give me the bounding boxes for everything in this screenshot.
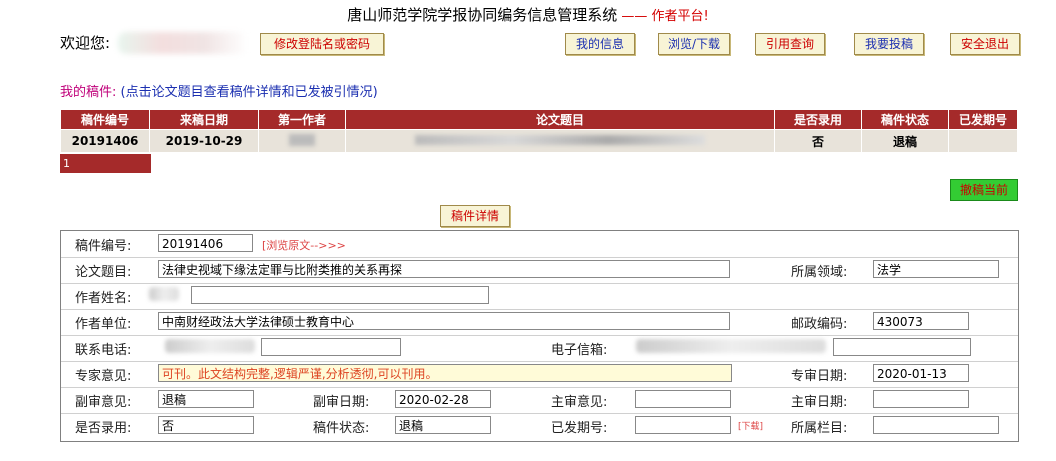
expert-opinion-field[interactable]: 可刊。此文结构完整,逻辑严谨,分析透彻,可以刊用。	[158, 364, 732, 382]
field-field[interactable]: 法学	[873, 260, 999, 278]
withdraw-button[interactable]: 撤稿当前	[950, 179, 1018, 201]
column-field[interactable]	[873, 416, 999, 434]
page-title: 唐山师范学院学报协同编务信息管理系统 —— 作者平台!	[347, 6, 709, 24]
detail-form: 稿件编号: 20191406 [浏览原文-->>> 论文题目: 法律史视域下缘法…	[60, 230, 1019, 442]
expert-date-field[interactable]: 2020-01-13	[873, 364, 969, 382]
platform-label: 作者平台!	[651, 9, 709, 24]
download-link[interactable]: [下载]	[738, 419, 763, 432]
nav-citation-query[interactable]: 引用查询	[755, 33, 825, 55]
form-row-contact: 联系电话: 电子信箱:	[61, 335, 1018, 362]
vice-date-field[interactable]: 2020-02-28	[395, 390, 491, 408]
detail-button: 稿件详情	[440, 205, 510, 227]
author-name-field[interactable]	[191, 286, 489, 304]
phone-field[interactable]	[261, 338, 401, 356]
view-original-link[interactable]: [浏览原文-->>>	[262, 237, 346, 253]
welcome-label: 欢迎您:	[60, 34, 111, 52]
form-row-id: 稿件编号: 20191406 [浏览原文-->>>	[61, 231, 1018, 258]
form-row-expert: 专家意见: 可刊。此文结构完整,逻辑严谨,分析透彻,可以刊用。 专审日期: 20…	[61, 361, 1018, 388]
pager[interactable]: 1	[60, 154, 151, 173]
change-password-button[interactable]: 修改登陆名或密码	[260, 33, 384, 55]
nav-logout[interactable]: 安全退出	[950, 33, 1020, 55]
email-field[interactable]	[833, 338, 971, 356]
chief-opinion-field[interactable]	[635, 390, 731, 408]
author-unit-field[interactable]: 中南财经政法大学法律硕士教育中心	[158, 312, 730, 330]
form-row-review: 副审意见: 退稿 副审日期: 2020-02-28 主审意见: 主审日期:	[61, 387, 1018, 414]
table-row[interactable]: 20191406 2019-10-29 否 退稿	[60, 129, 1018, 153]
nav-submit-paper[interactable]: 我要投稿	[854, 33, 924, 55]
form-row-author: 作者姓名:	[61, 283, 1018, 310]
author-cell	[258, 129, 346, 153]
table-header: 稿件编号 来稿日期 第一作者 论文题目 是否录用 稿件状态 已发期号	[60, 109, 1018, 130]
nav-my-info[interactable]: 我的信息	[565, 33, 635, 55]
form-row-status: 是否录用: 否 稿件状态: 退稿 已发期号: [下载] 所属栏目:	[61, 413, 1018, 439]
status-field[interactable]: 退稿	[395, 416, 491, 434]
accept-field[interactable]: 否	[158, 416, 254, 434]
paper-id-field[interactable]: 20191406	[158, 234, 253, 252]
vice-opinion-field[interactable]: 退稿	[158, 390, 254, 408]
my-papers-label: 我的稿件: (点击论文题目查看稿件详情和已发被引情况)	[60, 85, 378, 100]
zip-field[interactable]: 430073	[873, 312, 969, 330]
paper-title-link[interactable]	[345, 129, 775, 153]
paper-title-field[interactable]: 法律史视域下缘法定罪与比附类推的关系再探	[158, 260, 730, 278]
papers-table: 稿件编号 来稿日期 第一作者 论文题目 是否录用 稿件状态 已发期号 20191…	[60, 109, 1018, 153]
form-row-unit: 作者单位: 中南财经政法大学法律硕士教育中心 邮政编码: 430073	[61, 309, 1018, 336]
form-row-title: 论文题目: 法律史视域下缘法定罪与比附类推的关系再探 所属领域: 法学	[61, 257, 1018, 284]
username-redacted	[118, 32, 248, 54]
issue-field[interactable]	[635, 416, 731, 434]
nav-browse-download[interactable]: 浏览/下载	[658, 33, 730, 55]
chief-date-field[interactable]	[873, 390, 969, 408]
